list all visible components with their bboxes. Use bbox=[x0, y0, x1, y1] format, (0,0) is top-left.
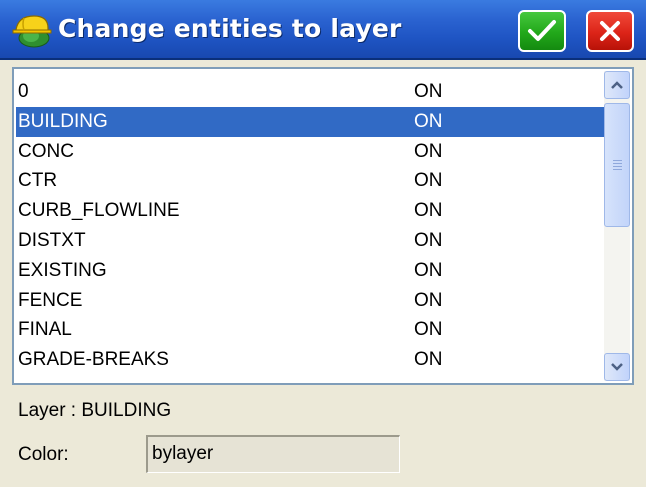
layer-row[interactable]: CURB_FLOWLINE ON bbox=[16, 196, 604, 226]
layer-status: ON bbox=[414, 170, 443, 192]
scroll-up-button[interactable] bbox=[604, 71, 630, 99]
layer-row[interactable]: FINAL ON bbox=[16, 315, 604, 345]
layer-row[interactable]: DISTXT ON bbox=[16, 226, 604, 256]
title-bar: Change entities to layer bbox=[0, 0, 646, 60]
layer-row-selected[interactable]: BUILDING ON bbox=[16, 106, 604, 137]
scroll-down-button[interactable] bbox=[604, 353, 630, 381]
chevron-up-icon bbox=[611, 81, 623, 89]
layer-status: ON bbox=[414, 259, 443, 281]
grip-line bbox=[613, 160, 622, 161]
layer-status: ON bbox=[414, 319, 443, 341]
ok-button[interactable] bbox=[518, 10, 566, 52]
layer-name: FINAL bbox=[18, 319, 72, 341]
scroll-thumb[interactable] bbox=[604, 103, 630, 227]
vertical-scrollbar[interactable] bbox=[604, 71, 630, 381]
layer-name: EXISTING bbox=[18, 259, 107, 281]
window-title: Change entities to layer bbox=[58, 14, 402, 43]
layer-name: 0 bbox=[18, 81, 29, 102]
layer-status: ON bbox=[414, 81, 443, 102]
color-field: bylayer bbox=[146, 435, 400, 473]
grip-line bbox=[613, 166, 622, 167]
layer-row[interactable]: FENCE ON bbox=[16, 286, 604, 316]
layer-list[interactable]: 0 ON BUILDING ON CONC ON CTR ON CURB_FLO… bbox=[12, 67, 634, 385]
cancel-button[interactable] bbox=[586, 10, 634, 52]
layer-row[interactable]: CONC ON bbox=[16, 137, 604, 167]
layer-name: GRADE-BREAKS bbox=[18, 349, 169, 371]
layer-row[interactable]: EXISTING ON bbox=[16, 256, 604, 286]
grip-line bbox=[613, 163, 622, 164]
layer-row[interactable]: GRADE-BREAKS ON bbox=[16, 345, 604, 375]
layer-row[interactable]: 0 ON bbox=[16, 77, 604, 107]
close-x-icon bbox=[600, 21, 620, 41]
layer-status: ON bbox=[414, 200, 443, 222]
chevron-down-icon bbox=[611, 363, 623, 371]
layer-name: CONC bbox=[18, 140, 74, 162]
color-label: Color: bbox=[18, 444, 69, 465]
layer-name: BUILDING bbox=[18, 110, 108, 132]
layer-label: Layer : BUILDING bbox=[18, 400, 172, 421]
layer-status: ON bbox=[414, 140, 443, 162]
layer-name: DISTXT bbox=[18, 229, 86, 251]
layer-status: ON bbox=[414, 349, 443, 371]
surveyor-hardhat-icon bbox=[12, 15, 52, 48]
layer-name: FENCE bbox=[18, 289, 83, 311]
layer-row[interactable]: CTR ON bbox=[16, 166, 604, 196]
layer-status: ON bbox=[414, 110, 443, 132]
layer-status: ON bbox=[414, 229, 443, 251]
layer-name: CTR bbox=[18, 170, 58, 192]
layer-name: CURB_FLOWLINE bbox=[18, 200, 180, 222]
grip-line bbox=[613, 169, 622, 170]
layer-rows: 0 ON BUILDING ON CONC ON CTR ON CURB_FLO… bbox=[16, 77, 604, 375]
checkmark-icon bbox=[528, 20, 556, 41]
layer-status: ON bbox=[414, 289, 443, 311]
